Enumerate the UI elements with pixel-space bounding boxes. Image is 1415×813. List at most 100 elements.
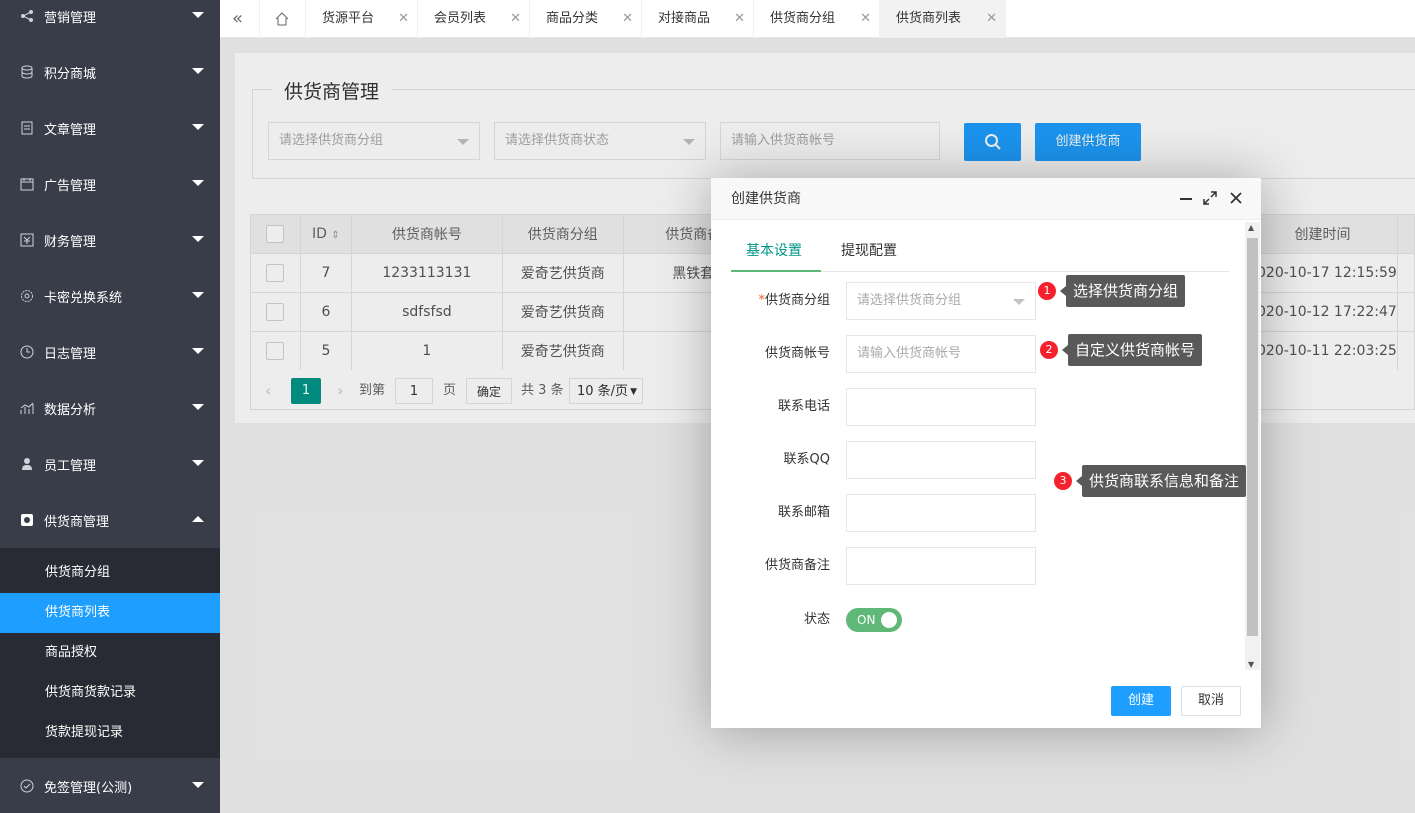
phone-input[interactable] <box>846 388 1036 426</box>
menu-label: 数据分析 <box>44 402 97 418</box>
menu-marketing[interactable]: 营销管理 <box>0 0 220 44</box>
submenu-withdraw-records[interactable]: 货款提现记录 <box>0 713 220 753</box>
chevron-down-icon <box>192 124 204 130</box>
submenu-payment-records[interactable]: 供货商货款记录 <box>0 673 220 713</box>
tab-label: 供货商列表 <box>896 11 962 26</box>
tab-supplier-group[interactable]: 供货商分组 ✕ <box>754 0 880 38</box>
tab-label: 货源平台 <box>322 11 375 26</box>
close-icon[interactable]: ✕ <box>398 0 409 38</box>
menu-label: 财务管理 <box>44 234 97 250</box>
clock-icon <box>20 345 34 359</box>
user-icon <box>20 457 34 471</box>
phone-field-label: 联系电话 <box>777 399 830 414</box>
dialog-cancel-button[interactable]: 取消 <box>1181 686 1241 716</box>
group-field-label: *供货商分组 <box>758 293 830 308</box>
toggle-label: ON <box>857 613 876 627</box>
tab-basic-settings[interactable]: 基本设置 <box>731 230 821 272</box>
document-icon <box>20 121 34 135</box>
status-field-label: 状态 <box>803 612 830 627</box>
annotation-tip: 选择供货商分组 <box>1059 275 1186 307</box>
chevron-down-icon <box>192 782 204 788</box>
submenu-supplier-group[interactable]: 供货商分组 <box>0 553 220 593</box>
chevron-up-icon <box>192 516 204 522</box>
qq-input[interactable] <box>846 441 1036 479</box>
email-input[interactable] <box>846 494 1036 532</box>
chevron-down-icon <box>192 348 204 354</box>
menu-label: 员工管理 <box>44 458 97 474</box>
menu-label: 积分商城 <box>44 66 97 82</box>
chevron-down-icon <box>192 180 204 186</box>
collapse-sidebar-button[interactable]: « <box>220 0 260 38</box>
tab-label: 供货商分组 <box>770 11 836 26</box>
scroll-thumb[interactable] <box>1247 238 1258 636</box>
menu-staff[interactable]: 员工管理 <box>0 436 220 492</box>
menu-ads[interactable]: 广告管理 <box>0 156 220 212</box>
chevron-down-icon <box>192 460 204 466</box>
tab-bar: « 货源平台 ✕ 会员列表 ✕ 商品分类 ✕ 对接商品 ✕ 供货商分组 ✕ 供货商列表 ✕ <box>220 0 1415 38</box>
select-placeholder: 请选择供货商分组 <box>857 293 962 308</box>
maximize-icon[interactable] <box>1201 190 1219 208</box>
menu-finance[interactable]: 财务管理 <box>0 212 220 268</box>
scroll-down-icon[interactable]: ▼ <box>1248 660 1254 669</box>
submenu-supplier-list[interactable]: 供货商列表 <box>0 593 220 633</box>
status-toggle[interactable]: ON <box>846 608 902 632</box>
dialog-group-select[interactable]: 请选择供货商分组 <box>846 282 1036 320</box>
input-placeholder: 请输入供货商帐号 <box>857 346 962 361</box>
tab-member-list[interactable]: 会员列表 ✕ <box>418 0 530 38</box>
menu-label: 供货商管理 <box>44 514 110 530</box>
menu-label: 营销管理 <box>44 10 97 26</box>
note-field-label: 供货商备注 <box>764 558 830 573</box>
toggle-knob <box>881 612 897 628</box>
annotation-tip: 供货商联系信息和备注 <box>1075 465 1247 497</box>
menu-label: 卡密兑换系统 <box>44 290 123 306</box>
menu-label: 日志管理 <box>44 346 97 362</box>
tab-home[interactable] <box>260 0 306 38</box>
tab-supplier-list[interactable]: 供货商列表 ✕ <box>880 0 1006 38</box>
close-icon[interactable]: ✕ <box>622 0 633 38</box>
chevron-down-icon <box>192 12 204 18</box>
tab-source-platform[interactable]: 货源平台 ✕ <box>306 0 418 38</box>
menu-supplier[interactable]: 供货商管理 <box>0 492 220 548</box>
menu-label: 免签管理(公测) <box>44 780 133 796</box>
scroll-up-icon[interactable]: ▲ <box>1248 223 1254 232</box>
close-icon[interactable] <box>1227 190 1245 208</box>
chart-icon <box>20 401 34 415</box>
chevron-down-icon <box>1013 299 1025 305</box>
menu-free-sign[interactable]: 免签管理(公测) <box>0 758 220 813</box>
tab-product-category[interactable]: 商品分类 ✕ <box>530 0 642 38</box>
chevron-down-icon <box>192 404 204 410</box>
annotation-badge: 3 <box>1054 472 1072 490</box>
menu-points-mall[interactable]: 积分商城 <box>0 44 220 100</box>
tab-connected-products[interactable]: 对接商品 ✕ <box>642 0 754 38</box>
tab-label: 商品分类 <box>546 11 599 26</box>
menu-articles[interactable]: 文章管理 <box>0 100 220 156</box>
chevron-down-icon <box>192 292 204 298</box>
supplier-icon <box>20 513 34 527</box>
close-icon[interactable]: ✕ <box>986 0 997 38</box>
home-icon <box>275 11 289 25</box>
calendar-icon <box>20 177 34 191</box>
menu-card-exchange[interactable]: 卡密兑换系统 <box>0 268 220 324</box>
dialog-account-input[interactable]: 请输入供货商帐号 <box>846 335 1036 373</box>
annotation-badge: 2 <box>1040 341 1058 359</box>
close-icon[interactable]: ✕ <box>510 0 521 38</box>
submenu-product-auth[interactable]: 商品授权 <box>0 633 220 673</box>
close-icon[interactable]: ✕ <box>734 0 745 38</box>
tab-label: 对接商品 <box>658 11 711 26</box>
minimize-icon[interactable] <box>1177 190 1195 208</box>
note-input[interactable] <box>846 547 1036 585</box>
chevron-down-icon <box>192 236 204 242</box>
tab-withdraw-config[interactable]: 提现配置 <box>826 230 912 272</box>
dialog-tabs: 基本设置 提现配置 <box>731 230 1229 272</box>
dialog-create-button[interactable]: 创建 <box>1111 686 1171 716</box>
menu-logs[interactable]: 日志管理 <box>0 324 220 380</box>
menu-analytics[interactable]: 数据分析 <box>0 380 220 436</box>
dialog-scrollbar[interactable]: ▲ ▼ <box>1245 222 1260 670</box>
tab-label: 会员列表 <box>434 11 487 26</box>
close-icon[interactable]: ✕ <box>860 0 871 38</box>
menu-label: 文章管理 <box>44 122 97 138</box>
badge-icon <box>20 779 34 793</box>
share-icon <box>20 9 34 23</box>
supplier-submenu: 供货商分组 供货商列表 商品授权 供货商货款记录 货款提现记录 <box>0 548 220 758</box>
double-chevron-left-icon: « <box>232 8 244 29</box>
